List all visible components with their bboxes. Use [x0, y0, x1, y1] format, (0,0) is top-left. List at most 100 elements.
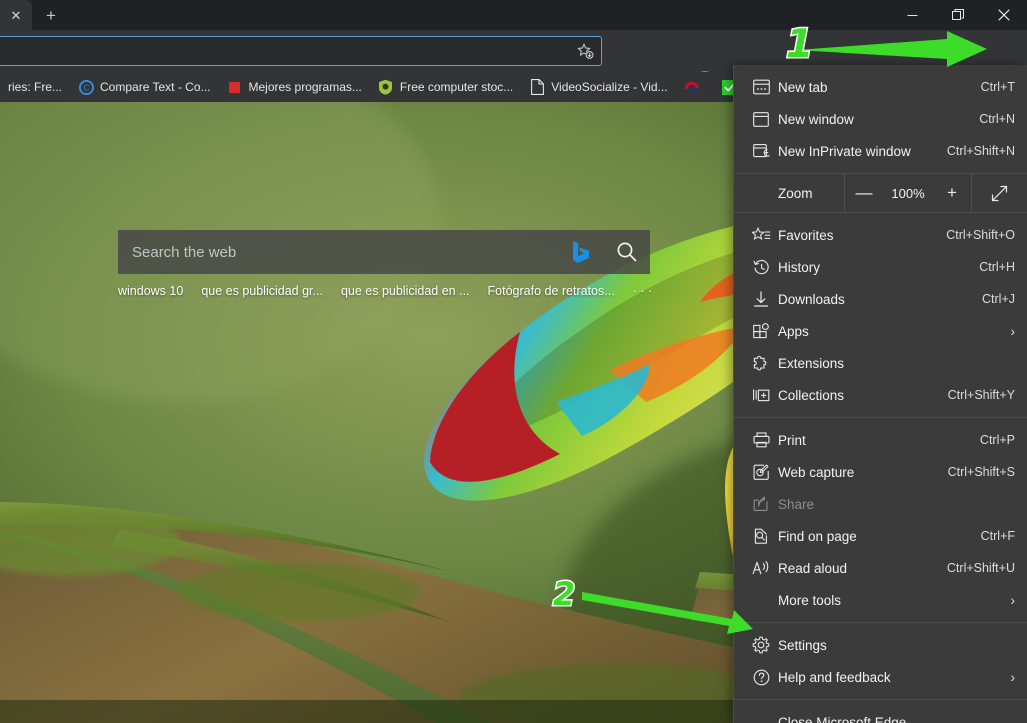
search-icon[interactable]	[604, 241, 650, 263]
bookmark-item[interactable]: ries: Fre...	[0, 75, 70, 99]
menu-item-apps[interactable]: Apps ›	[734, 315, 1027, 347]
favorites-icon	[744, 227, 778, 244]
menu-item-web-capture[interactable]: Web capture Ctrl+Shift+S	[734, 456, 1027, 488]
menu-item-help-and-feedback[interactable]: Help and feedback ›	[734, 661, 1027, 693]
new-tab-icon	[744, 79, 778, 95]
extensions-icon	[744, 355, 778, 372]
menu-item-accel: Ctrl+Shift+O	[946, 228, 1015, 242]
apps-icon	[744, 323, 778, 339]
new-tab-button[interactable]: +	[36, 3, 66, 28]
bookmark-label: ries: Fre...	[8, 80, 62, 94]
red-blue-swoosh-icon	[684, 79, 700, 95]
menu-item-accel: Ctrl+N	[979, 112, 1015, 126]
menu-item-accel: Ctrl+J	[982, 292, 1015, 306]
menu-item-settings[interactable]: Settings	[734, 629, 1027, 661]
star-add-icon[interactable]	[569, 43, 601, 60]
menu-item-label: Settings	[778, 638, 1015, 653]
green-shield-icon	[378, 79, 394, 95]
menu-item-label: Print	[778, 433, 980, 448]
bing-icon[interactable]	[558, 240, 604, 264]
menu-item-label: Apps	[778, 324, 1004, 339]
menu-item-accel: Ctrl+Shift+S	[948, 465, 1015, 479]
window-controls	[889, 0, 1027, 30]
close-icon[interactable]	[981, 0, 1027, 30]
ntp-suggestion-0[interactable]: windows 10	[118, 284, 183, 298]
menu-item-new-tab[interactable]: New tab Ctrl+T	[734, 71, 1027, 103]
circle-c-icon: C	[78, 79, 94, 95]
tab-active[interactable]: ✕	[0, 0, 32, 30]
menu-item-print[interactable]: Print Ctrl+P	[734, 424, 1027, 456]
menu-zoom-row: Zoom — 100% +	[734, 173, 1027, 213]
ntp-suggestions: windows 10 que es publicidad gr... que e…	[118, 280, 650, 302]
menu-item-accel: Ctrl+Shift+U	[947, 561, 1015, 575]
edge-browser-window: windows 10 que es publicidad gr... que e…	[0, 0, 1027, 723]
ntp-suggestions-more[interactable]: · · ·	[633, 284, 652, 298]
menu-item-collections[interactable]: Collections Ctrl+Shift+Y	[734, 379, 1027, 411]
menu-item-close-microsoft-edge[interactable]: Close Microsoft Edge	[734, 706, 1027, 723]
bookmark-label: Mejores programas...	[249, 80, 362, 94]
minimize-icon[interactable]	[889, 0, 935, 30]
menu-item-accel: Ctrl+T	[981, 80, 1015, 94]
bookmark-label: VideoSocialize - Vid...	[551, 80, 667, 94]
menu-item-accel: Ctrl+Shift+N	[947, 144, 1015, 158]
menu-item-extensions[interactable]: Extensions	[734, 347, 1027, 379]
help-icon	[744, 669, 778, 686]
chevron-right-icon: ›	[1010, 592, 1015, 608]
menu-item-label: New InPrivate window	[778, 144, 947, 159]
downloads-icon	[744, 291, 778, 308]
close-icon[interactable]: ✕	[11, 9, 22, 22]
fullscreen-icon[interactable]	[971, 173, 1027, 213]
bookmark-item[interactable]: C Compare Text - Co...	[70, 75, 218, 99]
print-icon	[744, 432, 778, 448]
menu-item-label: Read aloud	[778, 561, 947, 576]
bookmark-item[interactable]: Free computer stoc...	[370, 75, 521, 99]
ntp-suggestion-2[interactable]: que es publicidad en ...	[341, 284, 470, 298]
zoom-label: Zoom	[734, 186, 844, 201]
history-icon	[744, 259, 778, 276]
zoom-value: 100%	[883, 186, 933, 201]
bookmark-item[interactable]: VideoSocialize - Vid...	[521, 75, 675, 99]
chevron-right-icon: ›	[1010, 323, 1015, 339]
menu-item-label: Downloads	[778, 292, 982, 307]
zoom-in-button[interactable]: +	[933, 173, 971, 213]
zoom-controls: — 100% +	[844, 173, 971, 213]
menu-separator	[734, 699, 1027, 700]
ntp-search-box[interactable]	[118, 230, 650, 274]
menu-item-more-tools[interactable]: More tools ›	[734, 584, 1027, 616]
menu-item-history[interactable]: History Ctrl+H	[734, 251, 1027, 283]
read-aloud-icon	[744, 560, 778, 576]
menu-item-downloads[interactable]: Downloads Ctrl+J	[734, 283, 1027, 315]
bookmark-item[interactable]	[676, 75, 714, 99]
svg-text:C: C	[83, 83, 89, 92]
menu-item-read-aloud[interactable]: Read aloud Ctrl+Shift+U	[734, 552, 1027, 584]
restore-icon[interactable]	[935, 0, 981, 30]
menu-item-label: History	[778, 260, 979, 275]
share-icon	[744, 496, 778, 512]
zoom-out-button[interactable]: —	[845, 173, 883, 213]
address-bar[interactable]	[0, 36, 602, 66]
menu-item-accel: Ctrl+F	[981, 529, 1015, 543]
menu-item-label: New window	[778, 112, 979, 127]
find-icon	[744, 528, 778, 545]
bookmark-item[interactable]: Mejores programas...	[219, 75, 370, 99]
menu-item-label: Help and feedback	[778, 670, 1004, 685]
menu-item-accel: Ctrl+P	[980, 433, 1015, 447]
tab-strip: ✕ +	[0, 0, 1027, 30]
ntp-suggestion-3[interactable]: Fotógrafo de retratos...	[488, 284, 615, 298]
edge-main-menu: New tab Ctrl+T New window Ctrl+N New InP…	[733, 65, 1027, 723]
ntp-suggestion-1[interactable]: que es publicidad gr...	[201, 284, 323, 298]
gear-icon	[744, 636, 778, 654]
ntp-search-input[interactable]	[118, 244, 558, 261]
menu-separator	[734, 622, 1027, 623]
menu-item-label: Close Microsoft Edge	[778, 715, 1015, 723]
menu-item-new-window[interactable]: New window Ctrl+N	[734, 103, 1027, 135]
address-input[interactable]	[0, 44, 569, 59]
menu-item-label: Collections	[778, 388, 948, 403]
menu-item-favorites[interactable]: Favorites Ctrl+Shift+O	[734, 219, 1027, 251]
page-icon	[529, 79, 545, 95]
menu-item-label: Favorites	[778, 228, 946, 243]
chevron-right-icon: ›	[1010, 669, 1015, 685]
new-window-icon	[744, 112, 778, 127]
menu-item-new-inprivate-window[interactable]: New InPrivate window Ctrl+Shift+N	[734, 135, 1027, 167]
menu-item-find-on-page[interactable]: Find on page Ctrl+F	[734, 520, 1027, 552]
